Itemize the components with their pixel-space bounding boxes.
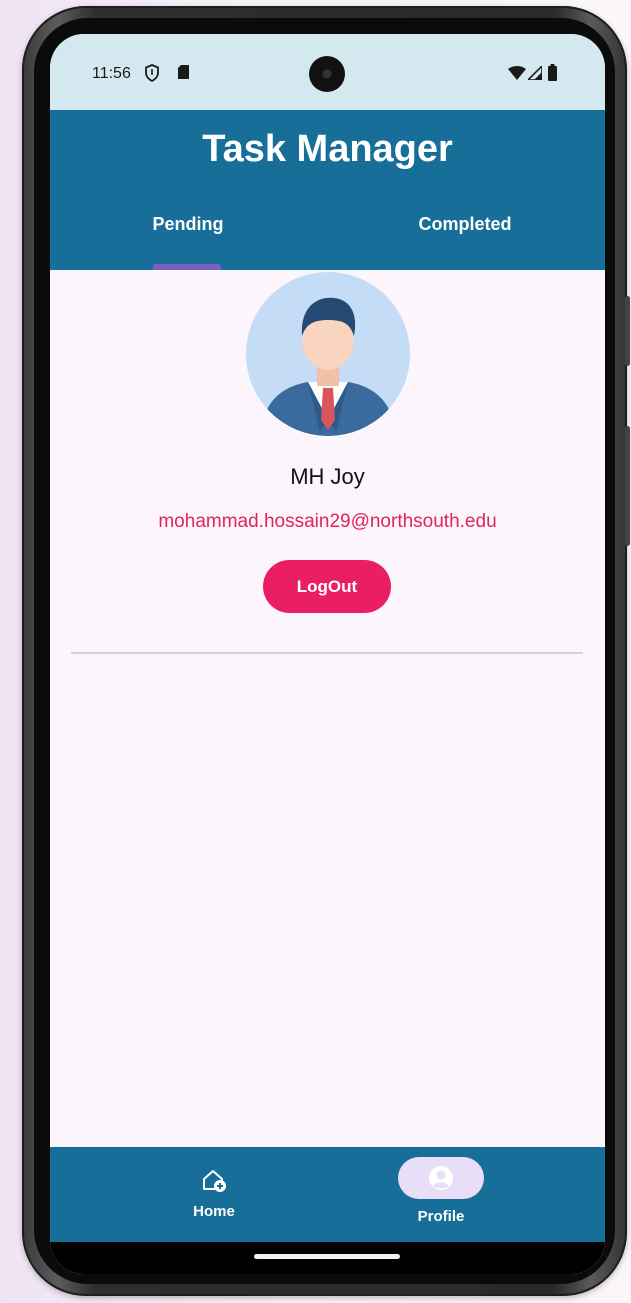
tab-pending[interactable]: Pending <box>88 214 288 235</box>
app-title: Task Manager <box>202 128 453 170</box>
profile-name: MH Joy <box>290 464 365 489</box>
volume-button <box>625 296 630 366</box>
status-time: 11:56 <box>92 65 131 82</box>
cell-signal-icon <box>526 64 543 85</box>
home-gesture-bar[interactable] <box>254 1254 400 1259</box>
vpn-shield-icon <box>144 64 160 87</box>
screen: 11:56 Task Manager Pending Completed MH … <box>50 34 605 1274</box>
logout-button[interactable]: LogOut <box>263 560 391 613</box>
tab-completed[interactable]: Completed <box>365 214 565 235</box>
nav-label-home: Home <box>193 1203 235 1220</box>
nav-item-profile[interactable]: Profile <box>381 1157 501 1225</box>
nav-active-indicator <box>398 1157 484 1199</box>
avatar <box>246 272 410 436</box>
gesture-area <box>50 1242 605 1274</box>
profile-email: mohammad.hossain29@northsouth.edu <box>158 511 497 532</box>
app-bar: Task Manager Pending Completed <box>50 110 605 270</box>
sd-card-icon <box>177 64 190 85</box>
profile-content: MH Joy mohammad.hossain29@northsouth.edu… <box>50 270 605 1147</box>
home-add-icon <box>201 1157 227 1199</box>
nav-label-profile: Profile <box>417 1208 465 1225</box>
front-camera <box>309 56 345 92</box>
divider <box>71 652 583 654</box>
status-bar: 11:56 <box>50 34 605 110</box>
power-button <box>625 426 630 546</box>
battery-icon <box>548 64 557 86</box>
wifi-icon <box>508 66 526 85</box>
phone-frame: 11:56 Task Manager Pending Completed MH … <box>22 6 630 1296</box>
bottom-nav: Home Profile <box>50 1147 605 1242</box>
account-circle-icon <box>429 1166 453 1190</box>
nav-item-home[interactable]: Home <box>154 1157 274 1220</box>
